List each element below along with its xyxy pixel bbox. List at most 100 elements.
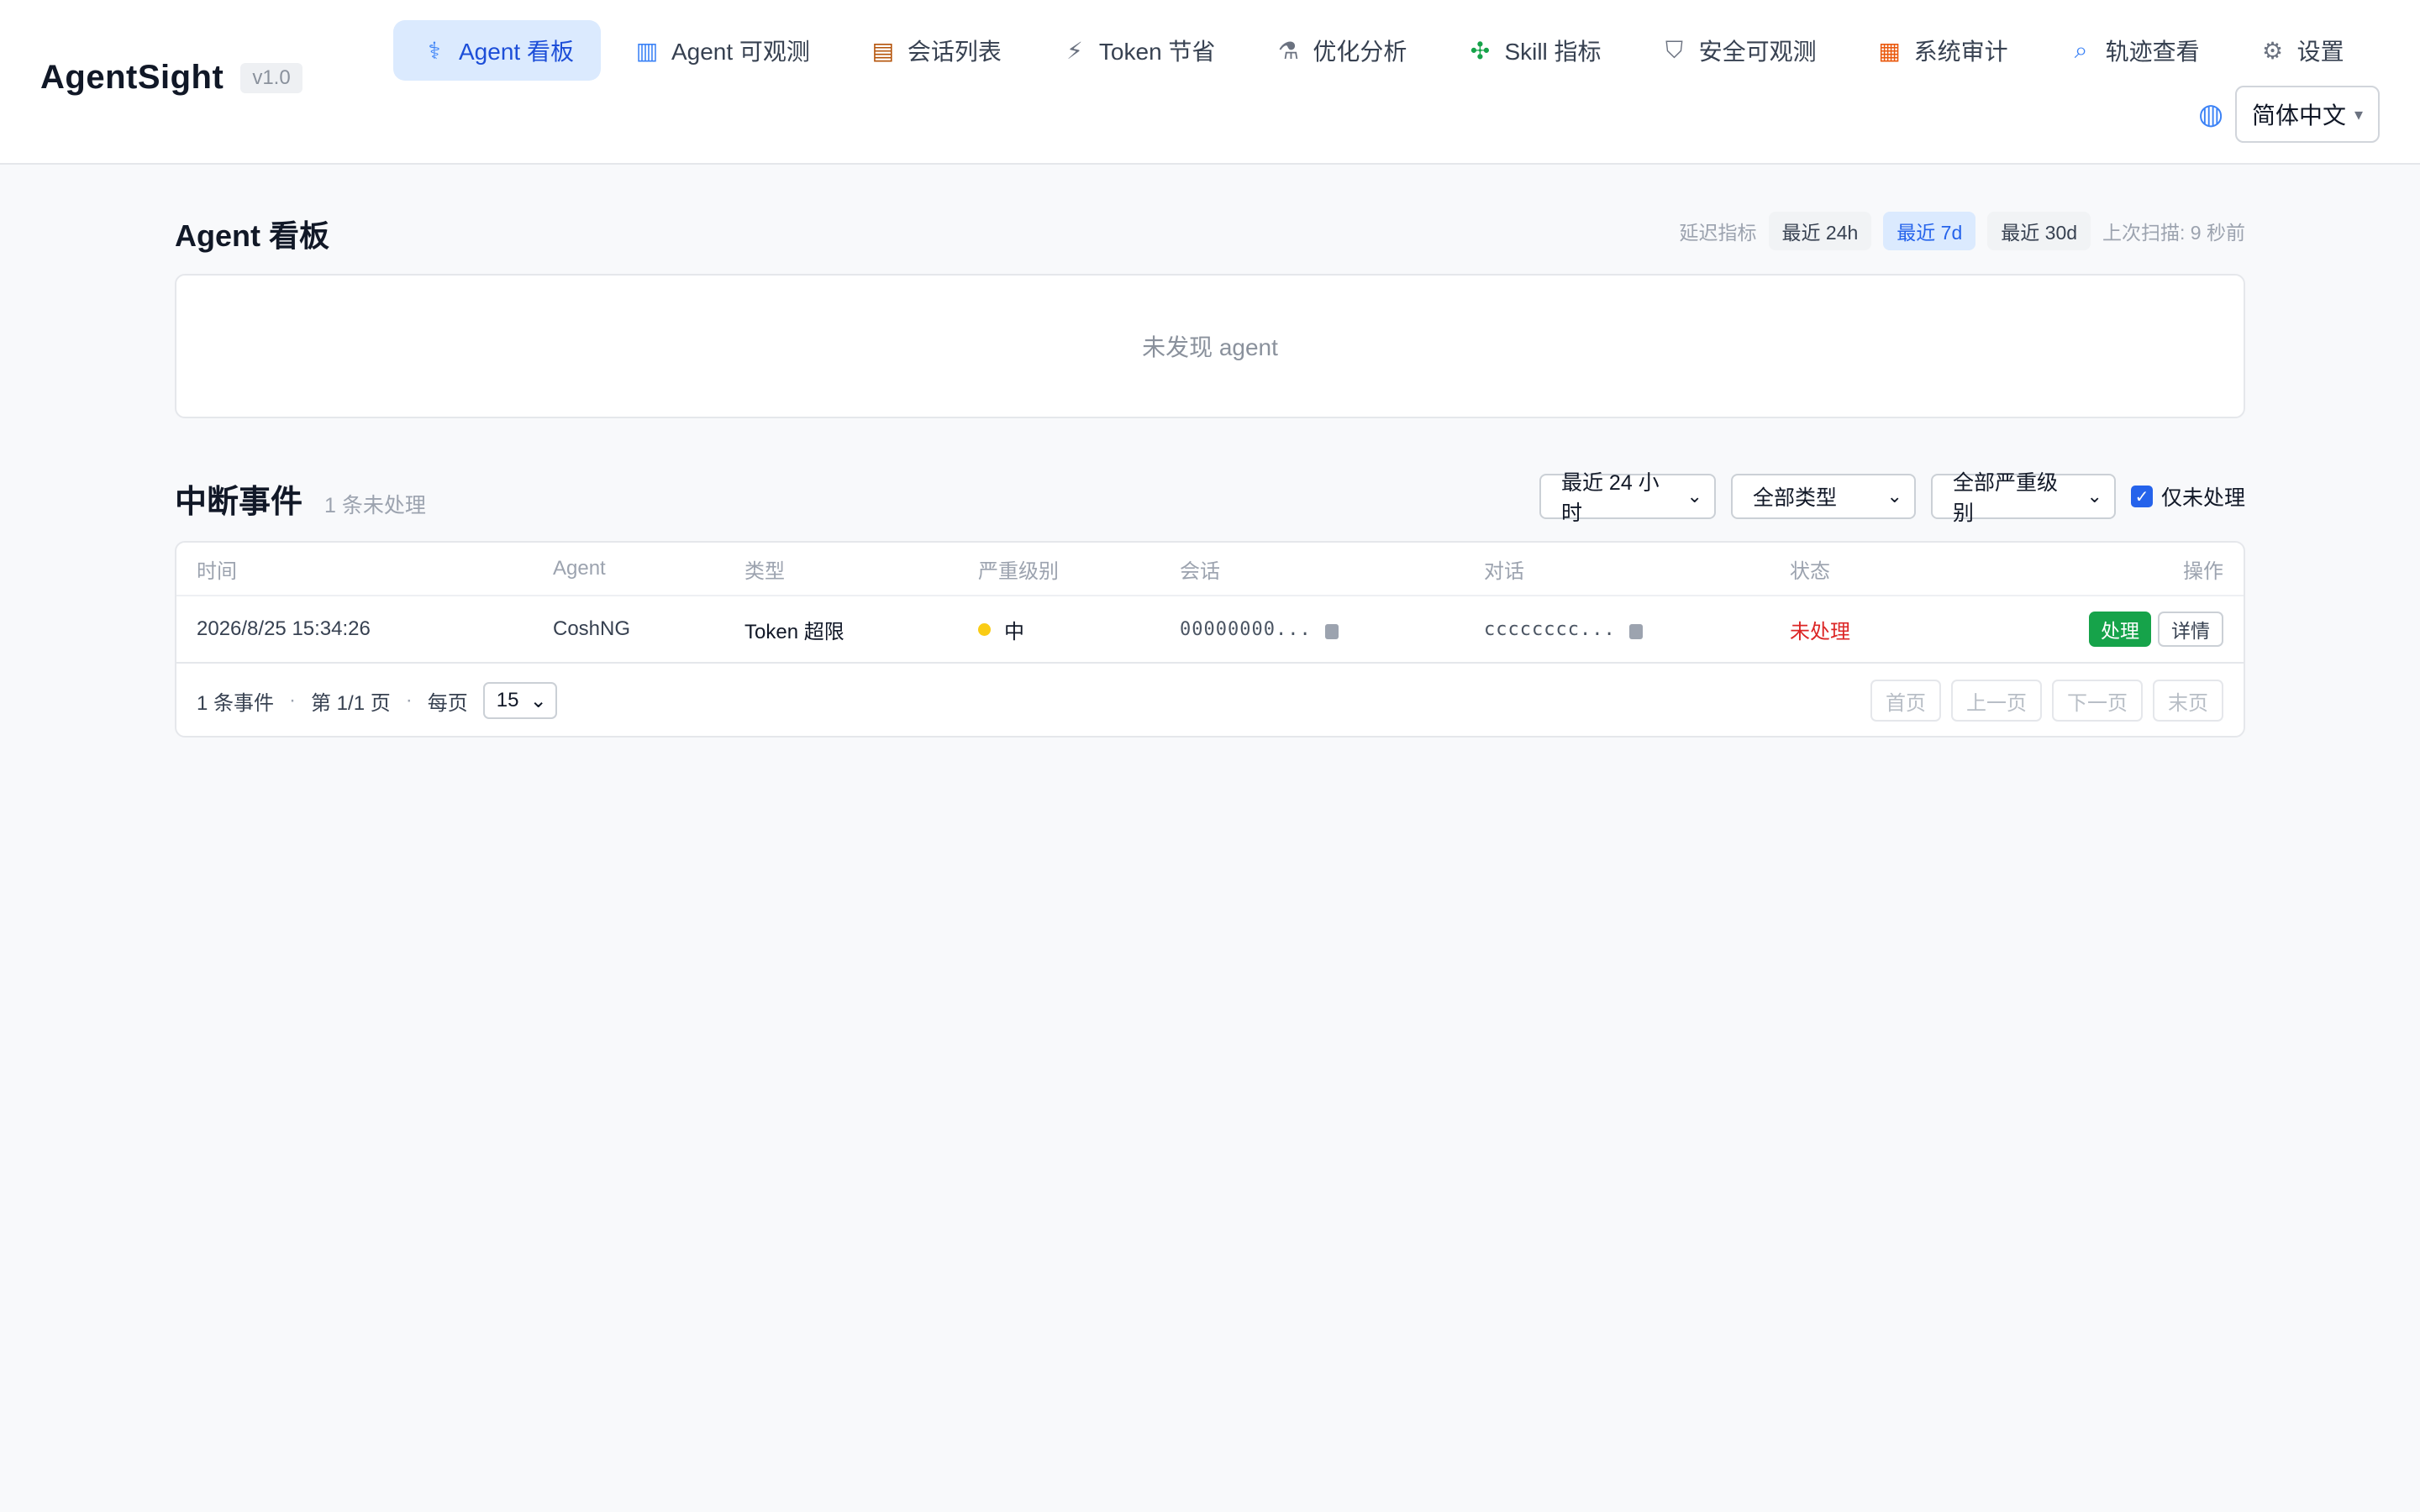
nav-item-agent-observability[interactable]: ▥ Agent 可观测 (606, 20, 837, 81)
nav-label: Agent 看板 (459, 39, 574, 65)
nav-label: 优化分析 (1313, 39, 1407, 65)
severity-label: 中 (1004, 620, 1024, 643)
select-value: 最近 24 小时 (1560, 471, 1660, 525)
event-agent: CoshNG (553, 617, 631, 640)
unhandled-only-toggle[interactable]: ✓ 仅未处理 (2130, 481, 2245, 512)
per-page-label: 每页 (427, 691, 468, 715)
magnifier-icon: ⌕ (2074, 36, 2088, 63)
nav-item-audit[interactable]: ▦ 系统审计 (1849, 20, 2035, 81)
clipboard-icon: ▦ (1878, 37, 1901, 64)
page-size-value: 15 (496, 689, 519, 711)
time-range-select[interactable]: 最近 24 小时 ⌄ (1539, 471, 1716, 525)
col-agent: Agent (553, 557, 606, 580)
globe-icon: ◍ (2198, 98, 2223, 130)
nav-item-sessions[interactable]: ▤ 会话列表 (842, 20, 1028, 81)
bar-chart-icon: ▥ (635, 37, 659, 64)
chevron-down-icon: ⌄ (2086, 486, 2102, 507)
app-version-badge: v1.0 (240, 62, 302, 93)
col-type: 类型 (744, 559, 785, 583)
copy-icon[interactable] (1324, 624, 1339, 639)
events-table: 时间 Agent 类型 严重级别 会话 对话 状态 操作 2026/8/25 1… (175, 541, 2245, 738)
language-value: 简体中文 (2251, 102, 2346, 129)
last-scan-text: 上次扫描: 9 秒前 (2102, 222, 2245, 244)
pagination-info: 1 条事件 · 第 1/1 页 · 每页 15 ⌄ (197, 682, 557, 719)
event-filters: 最近 24 小时 ⌄ 全部类型 ⌄ 全部严重级别 ⌄ ✓ 仅未处理 (1539, 471, 2245, 525)
col-time: 时间 (197, 559, 237, 583)
event-actions: 处理 详情 (2089, 596, 2223, 662)
language-switcher: ◍ 简体中文 ▾ (2198, 86, 2380, 143)
nav-item-skill-metrics[interactable]: ✣ Skill 指标 (1439, 20, 1628, 81)
prev-page-button[interactable]: 上一页 (1951, 680, 2042, 722)
app-name: AgentSight (40, 59, 224, 96)
session-id[interactable]: 00000000... (1180, 619, 1312, 640)
stethoscope-icon: ⚕ (428, 37, 441, 64)
event-type: Token 超限 (744, 620, 844, 643)
checkbox-checked-icon[interactable]: ✓ (2130, 486, 2153, 507)
empty-state-text: 未发现 agent (1142, 334, 1278, 360)
card-index-icon: ▤ (871, 37, 895, 64)
select-value: 全部严重级别 (1952, 471, 2058, 525)
nav-label: 会话列表 (907, 39, 1002, 65)
nav-item-agent-dashboard[interactable]: ⚕ Agent 看板 (393, 20, 601, 81)
caret-down-icon: ▾ (2354, 105, 2363, 124)
microscope-icon: ⚗ (1277, 37, 1299, 64)
nav-item-trace[interactable]: ⌕ 轨迹查看 (2040, 20, 2227, 81)
nav-label: Agent 可观测 (671, 39, 810, 65)
event-severity: 中 (978, 596, 1024, 662)
chevron-down-icon: ⌄ (529, 689, 547, 712)
nav-item-optimization[interactable]: ⚗ 优化分析 (1247, 20, 1434, 81)
col-actions: 操作 (2183, 559, 2223, 583)
nav-label: Skill 指标 (1504, 39, 1602, 65)
events-header: 中断事件 1 条未处理 (175, 475, 426, 522)
col-session: 会话 (1180, 559, 1220, 583)
detail-button[interactable]: 详情 (2158, 612, 2223, 647)
table-row: 2026/8/25 15:34:26 CoshNG Token 超限 中 000… (176, 596, 2244, 664)
col-status: 状态 (1790, 559, 1830, 583)
first-page-button[interactable]: 首页 (1870, 680, 1941, 722)
event-time: 2026/8/25 15:34:26 (197, 617, 371, 640)
agent-list-card: 未发现 agent (175, 274, 2245, 418)
nav-item-security[interactable]: ⛉ 安全可观测 (1634, 20, 1844, 81)
nav-item-token-saving[interactable]: ⚡ Token 节省 (1034, 20, 1243, 81)
chevron-down-icon: ⌄ (1886, 486, 1902, 507)
top-header: AgentSight v1.0 ⚕ Agent 看板 ▥ Agent 可观测 ▤… (0, 0, 2420, 165)
lightning-icon: ⚡ (1066, 37, 1083, 64)
nav-label: 系统审计 (1913, 39, 2008, 65)
nav-label: 轨迹查看 (2105, 39, 2200, 65)
separator: · (405, 689, 413, 711)
nav-label: Token 节省 (1098, 39, 1216, 65)
main-nav: ⚕ Agent 看板 ▥ Agent 可观测 ▤ 会话列表 ⚡ Token 节省… (393, 20, 2371, 81)
puzzle-icon: ✣ (1470, 37, 1491, 64)
nav-label: 设置 (2296, 39, 2344, 65)
page-size-select[interactable]: 15 ⌄ (482, 682, 557, 719)
conversation-id[interactable]: cccccccc... (1484, 619, 1616, 640)
page-indicator: 第 1/1 页 (311, 691, 391, 715)
event-session: 00000000... (1180, 596, 1339, 662)
copy-icon[interactable] (1628, 624, 1643, 639)
nav-label: 安全可观测 (1698, 39, 1817, 65)
last-page-button[interactable]: 末页 (2153, 680, 2223, 722)
page-title: Agent 看板 (175, 218, 329, 253)
total-events: 1 条事件 (197, 691, 275, 715)
col-conversation: 对话 (1484, 559, 1524, 583)
handle-button[interactable]: 处理 (2089, 612, 2151, 647)
event-type-select[interactable]: 全部类型 ⌄ (1730, 474, 1916, 519)
severity-select[interactable]: 全部严重级别 ⌄ (1930, 471, 2116, 525)
event-conversation: cccccccc... (1484, 596, 1643, 662)
range-7d-button[interactable]: 最近 7d (1883, 212, 1976, 250)
shield-icon: ⛉ (1665, 36, 1684, 63)
brand: AgentSight v1.0 (40, 59, 302, 97)
next-page-button[interactable]: 下一页 (2052, 680, 2143, 722)
nav-item-settings[interactable]: ⚙ 设置 (2232, 20, 2371, 81)
language-select[interactable]: 简体中文 ▾ (2234, 86, 2380, 143)
unhandled-count: 1 条未处理 (324, 494, 426, 517)
range-30d-button[interactable]: 最近 30d (1987, 212, 2091, 250)
range-24h-button[interactable]: 最近 24h (1768, 212, 1872, 250)
chevron-down-icon: ⌄ (1686, 486, 1702, 507)
events-title: 中断事件 (175, 485, 303, 520)
event-status: 未处理 (1790, 620, 1850, 643)
latency-label: 延迟指标 (1679, 222, 1757, 244)
select-value: 全部类型 (1752, 486, 1837, 510)
gear-icon: ⚙ (2262, 37, 2284, 64)
checkbox-label: 仅未处理 (2160, 486, 2245, 510)
